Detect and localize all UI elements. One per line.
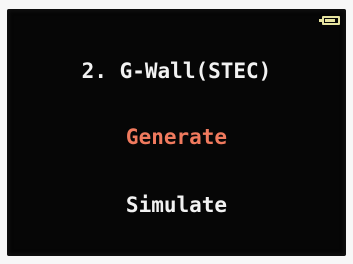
lcd-screen: 2. G-Wall(STEC) Generate Simulate	[7, 9, 346, 256]
battery-icon	[319, 16, 340, 25]
menu-item-generate[interactable]: Generate	[7, 125, 346, 149]
menu-item-simulate[interactable]: Simulate	[7, 193, 346, 217]
battery-terminal	[319, 19, 322, 22]
menu-title: 2. G-Wall(STEC)	[81, 59, 272, 83]
device-photo: 2. G-Wall(STEC) Generate Simulate	[0, 0, 353, 264]
battery-level	[325, 19, 335, 22]
